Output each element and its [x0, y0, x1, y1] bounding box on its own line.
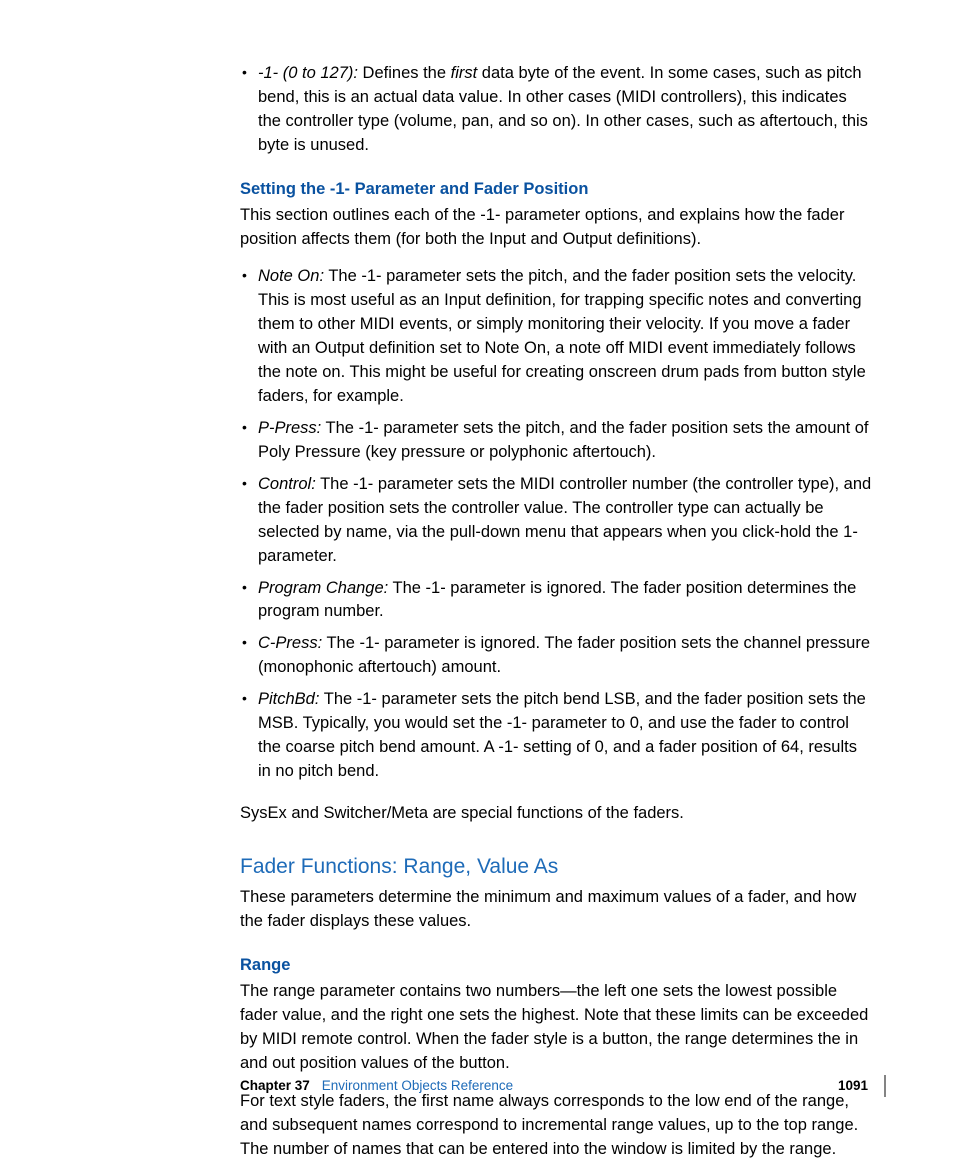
- page-footer: Chapter 37 Environment Objects Reference…: [240, 1075, 886, 1097]
- paragraph-fader-intro: These parameters determine the minimum a…: [240, 886, 874, 934]
- bullet-term: PitchBd:: [258, 690, 319, 708]
- bullet-list-parameters: Note On: The -1- parameter sets the pitc…: [240, 265, 874, 783]
- bullet-term: C-Press:: [258, 634, 322, 652]
- list-item: Control: The -1- parameter sets the MIDI…: [240, 473, 874, 569]
- chapter-number-label: Chapter 37: [240, 1076, 310, 1096]
- bullet-list-top: -1- (0 to 127): Defines the first data b…: [240, 62, 874, 158]
- bullet-term: Note On:: [258, 267, 324, 285]
- subheading-range: Range: [240, 954, 874, 978]
- page-number: 1091: [838, 1076, 868, 1096]
- list-item: PitchBd: The -1- parameter sets the pitc…: [240, 688, 874, 784]
- bullet-text: The -1- parameter sets the pitch, and th…: [258, 419, 869, 461]
- bullet-text: The -1- parameter sets the pitch bend LS…: [258, 690, 866, 780]
- list-item: Note On: The -1- parameter sets the pitc…: [240, 265, 874, 409]
- paragraph-sysex: SysEx and Switcher/Meta are special func…: [240, 802, 874, 826]
- bullet-first-word: first: [451, 64, 478, 82]
- bullet-text: The -1- parameter is ignored. The fader …: [258, 634, 870, 676]
- bullet-text: The -1- parameter sets the MIDI controll…: [258, 475, 871, 565]
- subheading-setting-parameter: Setting the -1- Parameter and Fader Posi…: [240, 178, 874, 202]
- chapter-title: Environment Objects Reference: [322, 1076, 513, 1096]
- bullet-term: Control:: [258, 475, 316, 493]
- paragraph-range-1: The range parameter contains two numbers…: [240, 980, 874, 1076]
- list-item: C-Press: The -1- parameter is ignored. T…: [240, 632, 874, 680]
- bullet-text-a: Defines the: [358, 64, 451, 82]
- bullet-term: Program Change:: [258, 579, 388, 597]
- section-heading-fader-functions: Fader Functions: Range, Value As: [240, 852, 874, 882]
- bullet-text: The -1- parameter sets the pitch, and th…: [258, 267, 866, 405]
- page-body: -1- (0 to 127): Defines the first data b…: [0, 0, 954, 1161]
- list-item: Program Change: The -1- parameter is ign…: [240, 577, 874, 625]
- paragraph-range-2: For text style faders, the first name al…: [240, 1090, 874, 1161]
- bullet-term: P-Press:: [258, 419, 321, 437]
- bullet-term: -1- (0 to 127):: [258, 64, 358, 82]
- list-item: P-Press: The -1- parameter sets the pitc…: [240, 417, 874, 465]
- list-item: -1- (0 to 127): Defines the first data b…: [240, 62, 874, 158]
- intro-paragraph: This section outlines each of the -1- pa…: [240, 204, 874, 252]
